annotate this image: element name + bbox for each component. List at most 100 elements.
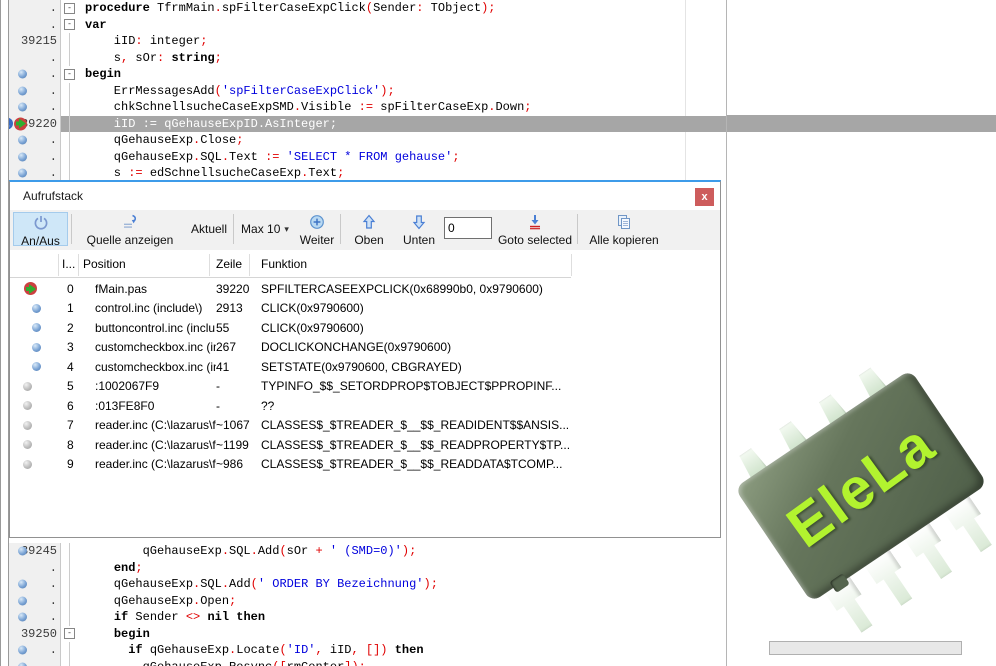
stack-frame-row[interactable]: 2buttoncontrol.inc (inclu...55CLICK(0x97… [10,318,720,338]
code-line[interactable]: 39250- begin [9,626,726,643]
fold-column[interactable]: - [61,626,78,643]
editor-gutter[interactable]: . [9,0,61,17]
goto-selected-button[interactable]: Goto selected [496,212,574,246]
editor-gutter[interactable]: 139220 [9,116,61,133]
breakpoint-dot-icon [18,152,27,161]
fold-column[interactable]: - [61,17,78,34]
source-editor-top[interactable]: .-procedure TfrmMain.spFilterCaseExpClic… [9,0,726,181]
code-line[interactable]: .-var [9,17,726,34]
stack-frame-row[interactable]: 9reader.inc (C:\lazarus\fp...~986CLASSES… [10,455,720,475]
fold-column[interactable] [61,659,78,666]
fold-column[interactable] [61,50,78,67]
editor-gutter[interactable]: . [9,642,61,659]
editor-gutter[interactable]: 39250 [9,626,61,643]
editor-gutter[interactable]: . [9,17,61,34]
copy-all-button[interactable]: Alle kopieren [582,212,666,246]
editor-gutter[interactable]: 39215 [9,33,61,50]
code-line[interactable]: . qGehauseExp.SQL.Add(' ORDER BY Bezeich… [9,576,726,593]
code-line[interactable]: 139220 iID := qGehauseExpID.AsInteger; [9,116,726,133]
code-line[interactable]: . s := edSchnellsucheCaseExp.Text; [9,165,726,181]
fold-collapse-icon[interactable]: - [64,19,75,30]
editor-gutter[interactable]: . [9,83,61,100]
stack-frame-row[interactable]: 8reader.inc (C:\lazarus\fp...~1199CLASSE… [10,435,720,455]
stack-frame-row[interactable]: 1control.inc (include\)2913CLICK(0x97906… [10,299,720,319]
fold-column[interactable] [61,593,78,610]
more-frames-button[interactable]: Weiter [296,212,338,246]
code-line[interactable]: . end; [9,560,726,577]
frame-index-input[interactable] [444,217,492,239]
editor-gutter[interactable]: . [9,593,61,610]
chevron-down-icon: ▾ [284,224,289,235]
column-separator [58,254,59,276]
code-line[interactable]: . qGehauseExp.SQL.Text := 'SELECT * FROM… [9,149,726,166]
code-line[interactable]: . chkSchnellsucheCaseExpSMD.Visible := s… [9,99,726,116]
editor-gutter[interactable]: . [9,66,61,83]
editor-gutter[interactable]: 39245 [9,543,61,560]
frame-position: reader.inc (C:\lazarus\fp... [89,438,216,452]
editor-gutter[interactable]: . [9,659,61,666]
fold-collapse-icon[interactable]: - [64,3,75,14]
editor-gutter[interactable]: . [9,132,61,149]
stack-frame-row[interactable]: 7reader.inc (C:\lazarus\fp...~1067CLASSE… [10,416,720,436]
frame-position: reader.inc (C:\lazarus\fp... [89,457,216,471]
fold-column[interactable] [61,560,78,577]
column-header-function[interactable]: Funktion [261,257,307,271]
breakpoint-dot-icon [18,596,27,605]
show-source-button[interactable]: Quelle anzeigen [74,212,186,246]
code-line[interactable]: . qGehauseExp.Close; [9,132,726,149]
fold-column[interactable] [61,609,78,626]
fold-collapse-icon[interactable]: - [64,628,75,639]
fold-column[interactable] [61,99,78,116]
stack-frame-row[interactable]: 4customcheckbox.inc (in...41SETSTATE(0x9… [10,357,720,377]
editor-gutter[interactable]: . [9,99,61,116]
code-line[interactable]: . qGehauseExp.Open; [9,593,726,610]
editor-gutter[interactable]: . [9,560,61,577]
code-line[interactable]: . if qGehauseExp.Locate('ID', iID, []) t… [9,642,726,659]
fold-column[interactable] [61,543,78,560]
fold-column[interactable] [61,165,78,181]
code-line[interactable]: 39215 iID: integer; [9,33,726,50]
editor-gutter[interactable]: . [9,149,61,166]
frame-down-button[interactable]: Unten [398,212,440,246]
code-line[interactable]: . s, sOr: string; [9,50,726,67]
fold-column[interactable] [61,83,78,100]
stack-frame-row[interactable]: 6:013FE8F0-?? [10,396,720,416]
code-line[interactable]: . if Sender <> nil then [9,609,726,626]
frame-dot-icon [23,440,32,449]
current-frame-button[interactable]: Aktuell [186,212,232,246]
source-editor-bottom[interactable]: 39245 qGehauseExp.SQL.Add(sOr + ' (SMD=0… [9,538,726,666]
stack-frames-table: I... Position Zeile Funktion 0fMain.pas3… [10,250,720,537]
code-line[interactable]: . qGehauseExp.Resync([rmCenter]); [9,659,726,666]
fold-column[interactable] [61,642,78,659]
column-header-line[interactable]: Zeile [216,257,242,271]
close-button[interactable]: x [695,188,714,206]
code-line[interactable]: 39245 qGehauseExp.SQL.Add(sOr + ' (SMD=0… [9,543,726,560]
code-line[interactable]: .-procedure TfrmMain.spFilterCaseExpClic… [9,0,726,17]
fold-collapse-icon[interactable]: - [64,69,75,80]
fold-column[interactable] [61,132,78,149]
frame-up-button[interactable]: Oben [348,212,390,246]
editor-gutter[interactable]: . [9,165,61,181]
fold-column[interactable] [61,576,78,593]
callstack-titlebar[interactable]: Aufrufstack x [10,182,720,210]
fold-column[interactable] [61,33,78,50]
code-line[interactable]: .-begin [9,66,726,83]
editor-gutter[interactable]: . [9,50,61,67]
stack-frame-row[interactable]: 3customcheckbox.inc (in...267DOCLICKONCH… [10,338,720,358]
toggle-breakpoints-button[interactable]: An/Aus [13,212,68,246]
fold-column[interactable]: - [61,0,78,17]
stack-frame-row[interactable]: 5:1002067F9-TYPINFO_$$_SETORDPROP$TOBJEC… [10,377,720,397]
fold-column[interactable] [61,116,78,133]
column-header-position[interactable]: Position [83,257,126,271]
fold-line [69,642,70,659]
gutter-marks [9,662,27,666]
code-line[interactable]: . ErrMessagesAdd('spFilterCaseExpClick')… [9,83,726,100]
fold-column[interactable]: - [61,66,78,83]
max-frames-dropdown[interactable]: Max 10 ▾ [236,212,294,246]
fold-column[interactable] [61,149,78,166]
column-header-index[interactable]: I... [62,257,75,271]
gutter-marks [9,136,27,145]
stack-frame-row[interactable]: 0fMain.pas39220SPFILTERCASEEXPCLICK(0x68… [10,279,720,299]
editor-gutter[interactable]: . [9,609,61,626]
editor-gutter[interactable]: . [9,576,61,593]
